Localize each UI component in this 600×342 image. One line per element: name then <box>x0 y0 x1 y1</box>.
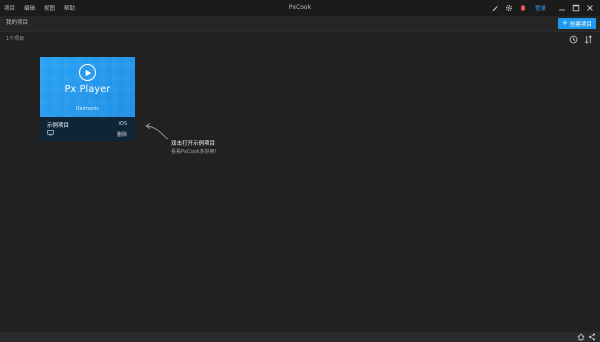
monitor-icon <box>47 130 54 136</box>
project-card[interactable]: Px Player Ueimonic 示例项目 iOS 删除 <box>40 57 135 141</box>
plus-icon: + <box>562 19 568 27</box>
project-count: 1个项目 <box>6 36 25 42</box>
title-right-controls: 登录 <box>487 0 596 16</box>
hint-subtitle: 看看PxCook多好用! <box>171 149 217 155</box>
status-bar <box>0 332 600 342</box>
project-platform: iOS <box>118 121 128 127</box>
thumbnail-subtitle: Ueimonic <box>75 106 100 112</box>
project-name: 示例项目 <box>47 123 70 129</box>
page-title: 我的项目 <box>6 20 29 26</box>
maximize-button[interactable] <box>570 2 582 14</box>
thumbnail-app-name: Px Player <box>64 84 111 95</box>
close-icon <box>587 5 593 11</box>
gear-icon[interactable] <box>503 2 515 14</box>
maximize-icon <box>572 4 580 12</box>
menu-view[interactable]: 视图 <box>44 4 55 12</box>
play-icon <box>79 64 96 81</box>
pen-icon[interactable] <box>489 2 501 14</box>
menu-edit[interactable]: 编辑 <box>24 4 35 12</box>
project-toolbar: 1个项目 <box>0 32 600 46</box>
curved-arrow-icon <box>145 123 169 140</box>
close-button[interactable] <box>584 2 596 14</box>
sort-icon[interactable] <box>584 35 593 44</box>
share-icon[interactable] <box>588 333 596 341</box>
hint-title: 双击打开示例项目 <box>171 141 216 147</box>
sub-header: 我的项目 + 创建项目 <box>0 16 600 31</box>
project-info-bar: 示例项目 iOS 删除 <box>40 117 135 141</box>
login-link[interactable]: 登录 <box>535 4 546 12</box>
minimize-icon <box>559 9 565 11</box>
bell-icon[interactable] <box>517 2 529 14</box>
create-project-label: 创建项目 <box>569 21 592 28</box>
project-thumbnail: Px Player Ueimonic <box>40 57 135 117</box>
delete-project-link[interactable]: 删除 <box>117 131 127 138</box>
menu-project[interactable]: 项目 <box>4 4 15 12</box>
create-project-button[interactable]: + 创建项目 <box>558 18 596 29</box>
home-icon[interactable] <box>577 333 585 341</box>
menu-bar: 项目 编辑 视图 帮助 <box>4 0 75 16</box>
menu-help[interactable]: 帮助 <box>64 4 75 12</box>
title-bar: 项目 编辑 视图 帮助 PxCook 登录 <box>0 0 600 16</box>
minimize-button[interactable] <box>556 2 568 14</box>
clock-icon[interactable] <box>569 35 578 44</box>
